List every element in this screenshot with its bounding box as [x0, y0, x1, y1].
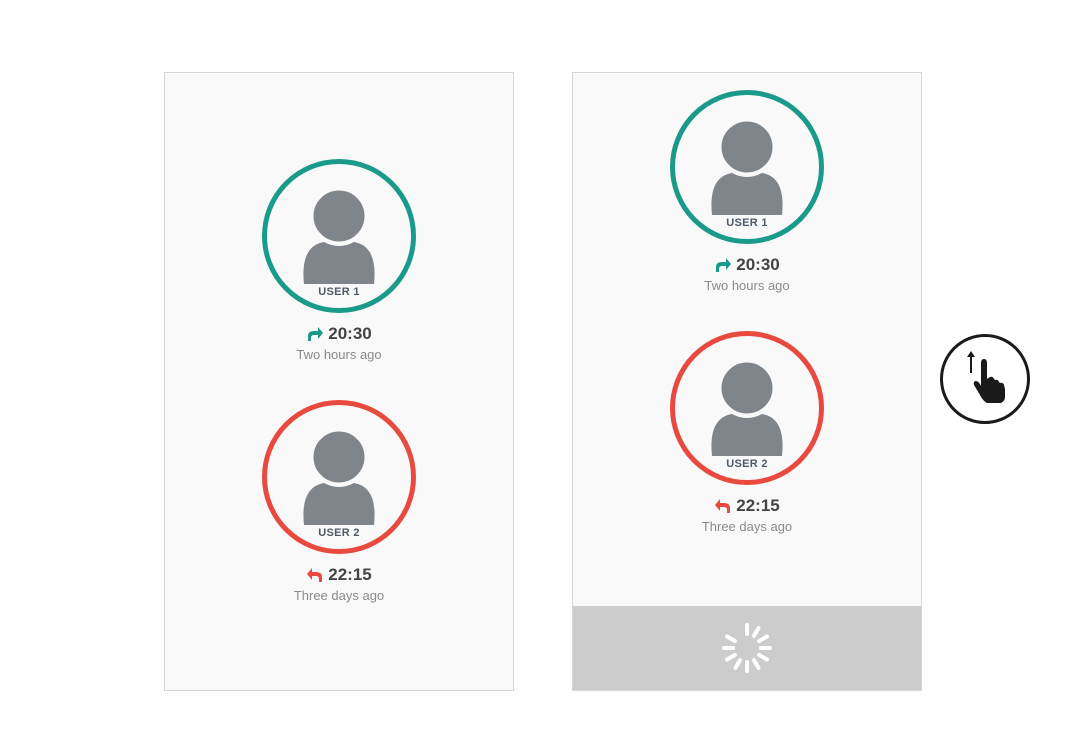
outgoing-arrow-icon — [714, 257, 732, 273]
person-icon — [303, 428, 375, 525]
avatar[interactable]: USER 1 — [670, 90, 824, 244]
loading-bar — [573, 606, 921, 690]
time-label: 22:15 — [736, 496, 780, 515]
time-label: 20:30 — [736, 255, 780, 274]
swipe-up-gesture — [940, 334, 1030, 424]
right-panel: USER 1 20:30 Two hours ago USER 2 22:15 … — [572, 72, 922, 691]
person-icon — [711, 359, 783, 456]
relative-time-label: Two hours ago — [704, 278, 790, 293]
user-name-label: USER 1 — [318, 286, 360, 298]
avatar[interactable]: USER 1 — [262, 159, 416, 313]
relative-time-label: Three days ago — [701, 519, 793, 534]
spinner-icon — [722, 623, 772, 673]
reply-arrow-icon — [306, 567, 324, 583]
user-name-label: USER 2 — [726, 458, 768, 470]
user-name-label: USER 1 — [726, 217, 768, 229]
relative-time-label: Three days ago — [293, 588, 385, 603]
avatar[interactable]: USER 2 — [262, 400, 416, 554]
user-card-2[interactable]: USER 2 22:15 Three days ago — [647, 331, 847, 534]
person-icon — [711, 118, 783, 215]
outgoing-arrow-icon — [306, 326, 324, 342]
user-name-label: USER 2 — [318, 527, 360, 539]
relative-time-label: Two hours ago — [296, 347, 382, 362]
swipe-up-hand-icon — [967, 351, 1005, 403]
left-panel: USER 1 20:30 Two hours ago USER 2 22:15 … — [164, 72, 514, 691]
user-card-1[interactable]: USER 1 20:30 Two hours ago — [647, 90, 847, 293]
time-label: 20:30 — [328, 324, 372, 343]
avatar[interactable]: USER 2 — [670, 331, 824, 485]
reply-arrow-icon — [714, 498, 732, 514]
user-card-2[interactable]: USER 2 22:15 Three days ago — [239, 400, 439, 603]
user-card-1[interactable]: USER 1 20:30 Two hours ago — [239, 159, 439, 362]
time-label: 22:15 — [328, 565, 372, 584]
person-icon — [303, 187, 375, 284]
